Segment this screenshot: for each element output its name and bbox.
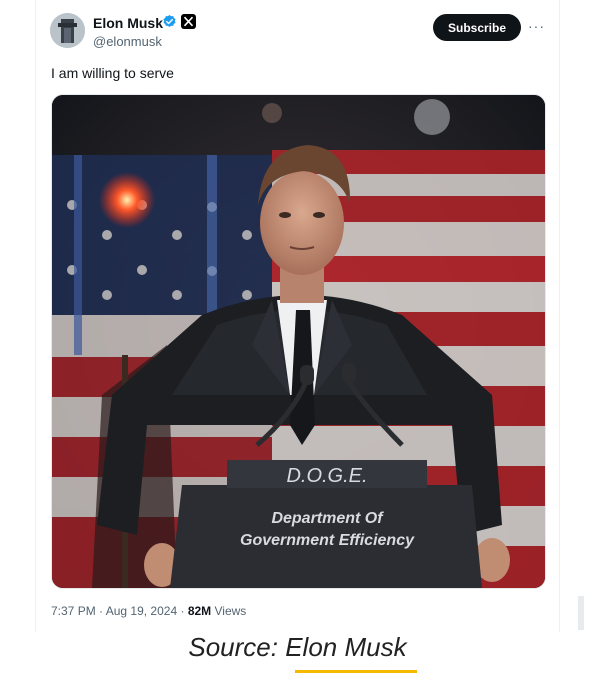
tweet-meta: 7:37 PM · Aug 19, 2024 · 82M Views <box>51 604 246 618</box>
tweet-text: I am willing to serve <box>51 65 174 81</box>
tweet-card: Elon Musk @elonmusk Subscribe ··· I am w… <box>35 0 560 632</box>
source-underline <box>295 670 417 673</box>
tweet-time[interactable]: 7:37 PM <box>51 604 96 618</box>
verified-badge-icon <box>162 14 177 29</box>
author-handle[interactable]: @elonmusk <box>93 34 162 49</box>
views-label: Views <box>214 604 247 618</box>
more-options-icon[interactable]: ··· <box>528 18 545 34</box>
source-prefix: Source: <box>188 632 278 662</box>
tweet-image[interactable]: D.O.G.E. Department Of Government Effici… <box>51 94 546 589</box>
meta-separator: · <box>180 604 185 618</box>
podium-line-1: Department Of <box>271 510 384 527</box>
meta-separator: · <box>99 604 104 618</box>
views-count: 82M <box>187 604 212 618</box>
podium-title: D.O.G.E. <box>286 465 367 487</box>
author-name[interactable]: Elon Musk <box>93 15 163 31</box>
author-avatar[interactable] <box>50 13 85 48</box>
tweet-date[interactable]: Aug 19, 2024 <box>106 604 177 618</box>
x-logo-icon[interactable] <box>181 14 196 29</box>
subscribe-button[interactable]: Subscribe <box>433 14 521 41</box>
podium-line-2: Government Efficiency <box>240 532 415 549</box>
scrollbar-fragment <box>578 596 584 630</box>
source-caption: Source: Elon Musk <box>0 632 595 663</box>
source-name: Elon Musk <box>285 632 407 662</box>
